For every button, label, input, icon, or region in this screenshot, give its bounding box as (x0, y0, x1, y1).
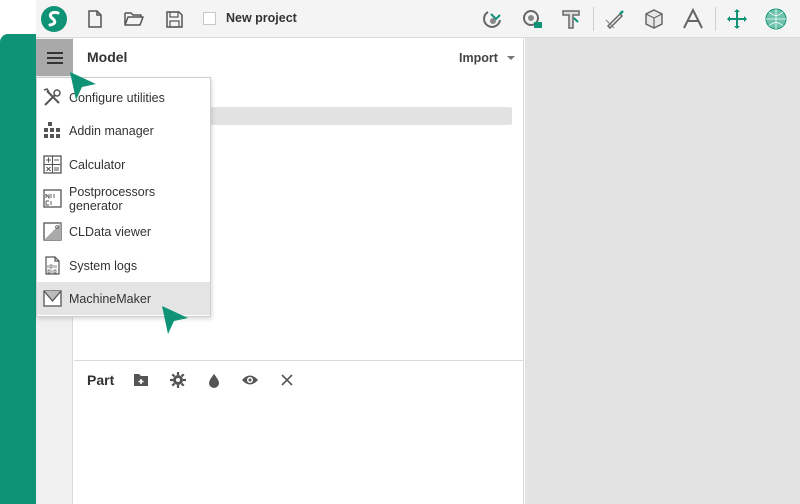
menu-item-label: System logs (69, 258, 138, 273)
menu-item-addin-manager[interactable]: Addin manager (37, 114, 210, 147)
part-panel: Part (74, 360, 524, 504)
import-button[interactable]: Import (459, 51, 498, 65)
project-title[interactable]: New project (226, 11, 297, 25)
model-tree-row[interactable] (204, 107, 512, 125)
save-icon[interactable] (163, 3, 185, 35)
drop-icon[interactable] (205, 371, 223, 389)
pointer-cursor-icon (162, 306, 188, 334)
add-folder-icon[interactable] (132, 371, 150, 389)
menu-item-configure-utilities[interactable]: Configure utilities (37, 81, 210, 114)
top-toolbar: New project (36, 0, 800, 38)
3d-viewport[interactable] (525, 38, 800, 504)
open-folder-icon[interactable] (122, 3, 146, 35)
menu-item-label: Postprocessors generator (69, 184, 156, 213)
magnet-tool-icon[interactable] (480, 3, 506, 35)
eye-icon[interactable] (241, 371, 259, 389)
utilities-dropdown-menu: Configure utilities Addin manager Calcul… (36, 77, 211, 317)
chevron-down-icon[interactable] (507, 56, 515, 60)
toolbar-separator (715, 7, 716, 31)
menu-item-label: Addin manager (69, 123, 154, 138)
model-panel-title: Model (87, 49, 128, 65)
menu-item-label: CLData viewer (69, 224, 151, 239)
machinemaker-icon (43, 289, 62, 308)
sphere-icon[interactable] (763, 3, 789, 35)
gear-icon[interactable] (169, 371, 187, 389)
move-icon[interactable] (724, 3, 750, 35)
addin-grid-icon (43, 121, 62, 140)
logs-icon (43, 256, 62, 275)
menu-item-postprocessors-generator[interactable]: Postprocessors generator (37, 182, 210, 215)
hamburger-icon (46, 51, 63, 64)
menu-item-label: Calculator (69, 157, 126, 172)
cldata-icon (43, 222, 62, 241)
pointer-cursor-icon (70, 72, 96, 100)
menu-item-system-logs[interactable]: System logs (37, 249, 210, 282)
text-3d-icon[interactable] (558, 3, 584, 35)
postprocessor-icon (43, 189, 62, 208)
cube-icon[interactable] (641, 3, 667, 35)
logo-icon[interactable] (38, 3, 70, 35)
project-checkbox[interactable] (203, 12, 216, 25)
left-accent-bar (0, 34, 36, 504)
part-panel-title: Part (87, 372, 115, 388)
toolbar-separator (593, 7, 594, 31)
pen-tool-icon[interactable] (602, 3, 628, 35)
menu-item-calculator[interactable]: Calculator (37, 148, 210, 181)
calculator-icon (43, 155, 62, 174)
new-file-icon[interactable] (84, 3, 106, 35)
text-a-icon[interactable] (680, 3, 706, 35)
close-icon[interactable] (278, 371, 296, 389)
menu-item-label: MachineMaker (69, 291, 151, 306)
gear-camera-icon[interactable] (519, 3, 545, 35)
menu-item-cldata-viewer[interactable]: CLData viewer (37, 215, 210, 248)
tools-icon (43, 88, 62, 107)
